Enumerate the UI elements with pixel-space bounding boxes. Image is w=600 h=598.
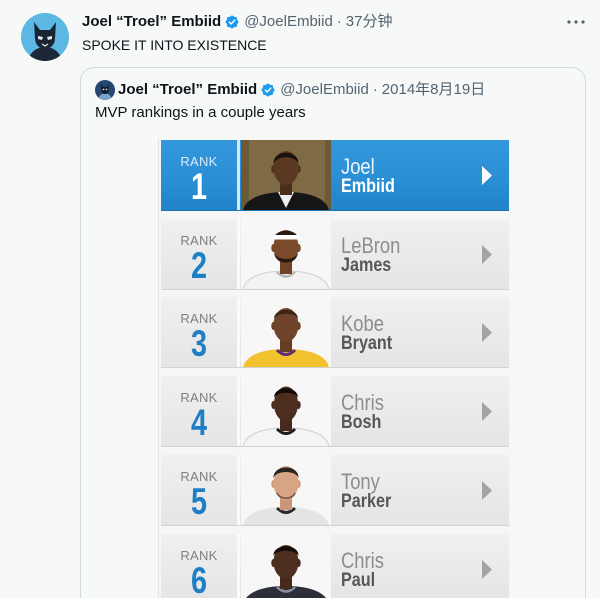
quoted-author-handle[interactable]: @JoelEmbiid xyxy=(280,80,369,100)
ranking-row-5: RANK 5 Tony Parker xyxy=(161,455,509,526)
rank-cell: RANK 4 xyxy=(161,376,237,446)
verified-badge-icon xyxy=(225,15,239,29)
more-icon[interactable] xyxy=(566,19,586,25)
quoted-author-avatar[interactable] xyxy=(95,80,115,100)
meta-separator: · xyxy=(372,81,378,98)
chevron-right-icon xyxy=(482,323,492,342)
quoted-tweet-date[interactable]: 2014年8月19日 xyxy=(382,80,485,100)
chevron-right-icon xyxy=(482,560,492,579)
cell-divider xyxy=(237,534,240,598)
player-last-name: Paul xyxy=(341,568,376,591)
player-last-name: James xyxy=(341,253,392,276)
quoted-author-name[interactable]: Joel “Troel” Embiid xyxy=(118,80,257,100)
tweet-page: Joel “Troel” Embiid @JoelEmbiid · 37分钟 S… xyxy=(0,0,600,598)
player-last-name: Embiid xyxy=(341,174,395,197)
rank-number: 2 xyxy=(190,244,208,287)
ranking-row-1: RANK 1 Joel Embiid xyxy=(161,140,509,211)
meta-separator: · xyxy=(336,13,342,30)
rank-cell: RANK 6 xyxy=(161,534,237,598)
chevron-right-icon xyxy=(482,245,492,264)
chevron-right-icon xyxy=(482,402,492,421)
rank-cell: RANK 2 xyxy=(161,219,237,289)
author-handle[interactable]: @JoelEmbiid xyxy=(244,12,333,32)
player-last-name: Bryant xyxy=(341,331,393,354)
player-photo-james xyxy=(241,219,331,289)
author-name[interactable]: Joel “Troel” Embiid xyxy=(82,12,221,32)
player-photo-paul xyxy=(241,534,331,598)
player-photo-bosh xyxy=(241,376,331,446)
cell-divider xyxy=(237,455,240,525)
cell-divider xyxy=(237,297,240,367)
ranking-row-2: RANK 2 LeBron James xyxy=(161,219,509,290)
rank-cell: RANK 5 xyxy=(161,455,237,525)
rank-number: 5 xyxy=(190,480,208,523)
player-photo-parker xyxy=(241,455,331,525)
verified-badge-icon xyxy=(261,83,275,97)
player-photo-embiid xyxy=(241,140,331,210)
ranking-row-4: RANK 4 Chris Bosh xyxy=(161,376,509,447)
ranking-row-3: RANK 3 Kobe Bryant xyxy=(161,297,509,368)
cell-divider xyxy=(237,140,240,210)
player-photo-bryant xyxy=(241,297,331,367)
tweet-header: Joel “Troel” Embiid @JoelEmbiid · 37分钟 xyxy=(82,12,392,32)
rankings-image[interactable]: RANK 1 Joel Embiid RANK 2 LeBron James R… xyxy=(158,138,511,598)
cell-divider xyxy=(237,219,240,289)
player-last-name: Parker xyxy=(341,489,392,512)
wolf-avatar-icon xyxy=(21,13,69,61)
quoted-tweet-header: Joel “Troel” Embiid @JoelEmbiid · 2014年8… xyxy=(118,80,485,100)
rank-number: 4 xyxy=(190,401,208,444)
avatar-icon xyxy=(95,80,115,100)
ranking-row-6: RANK 6 Chris Paul xyxy=(161,534,509,598)
player-last-name: Bosh xyxy=(341,410,382,433)
rank-number: 3 xyxy=(190,322,208,365)
chevron-right-icon xyxy=(482,166,492,185)
rank-cell: RANK 3 xyxy=(161,297,237,367)
tweet-text: SPOKE IT INTO EXISTENCE xyxy=(82,37,267,53)
tweet-time[interactable]: 37分钟 xyxy=(346,12,393,32)
author-avatar[interactable] xyxy=(21,13,69,61)
rank-number: 6 xyxy=(190,559,208,598)
cell-divider xyxy=(237,376,240,446)
quoted-tweet[interactable]: Joel “Troel” Embiid @JoelEmbiid · 2014年8… xyxy=(80,67,586,598)
rank-cell: RANK 1 xyxy=(161,140,237,210)
rank-number: 1 xyxy=(190,165,208,208)
chevron-right-icon xyxy=(482,481,492,500)
quoted-tweet-text: MVP rankings in a couple years xyxy=(95,104,306,121)
